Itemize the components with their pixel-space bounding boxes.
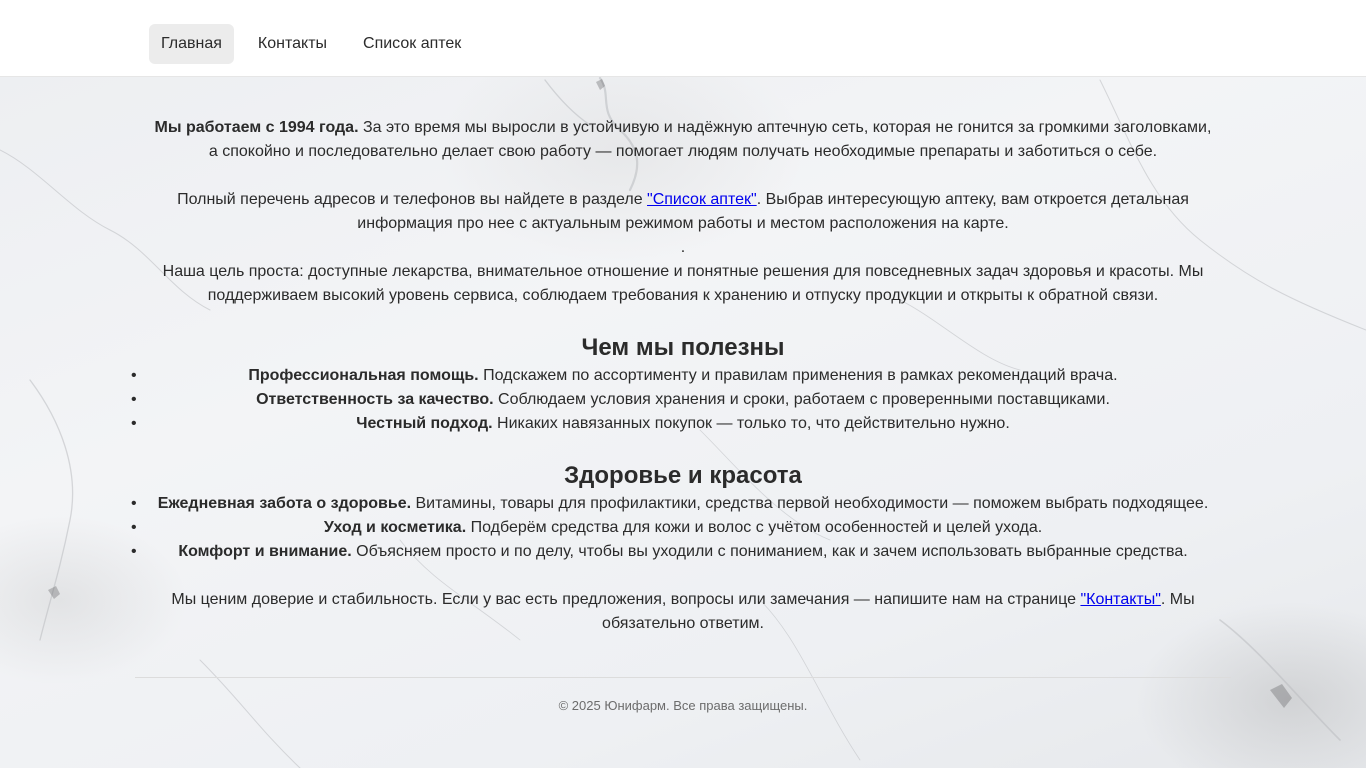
list-item-bold: Комфорт и внимание. bbox=[178, 543, 352, 560]
contacts-link[interactable]: "Контакты" bbox=[1080, 591, 1160, 608]
bullet: • bbox=[131, 543, 137, 560]
list-item-text: Объясняем просто и по делу, чтобы вы ухо… bbox=[351, 543, 1188, 560]
list-item-text: Подскажем по ассортименту и правилам при… bbox=[478, 367, 1118, 384]
intro-paragraph-1: Мы работаем с 1994 года. За это время мы… bbox=[149, 116, 1217, 164]
copyright-text: © 2025 Юнифарм. Все права защищены. bbox=[558, 698, 808, 713]
bullet: • bbox=[131, 391, 137, 408]
nav-item-contacts[interactable]: Контакты bbox=[246, 24, 339, 64]
list-item-bold: Профессиональная помощь. bbox=[248, 367, 479, 384]
list-item: • Честный подход. Никаких навязанных поку… bbox=[131, 412, 1217, 436]
intro-text: За это время мы выросли в устойчивую и н… bbox=[208, 119, 1212, 160]
list-item-bold: Ответственность за качество. bbox=[256, 391, 494, 408]
intro-bold: Мы работаем с 1994 года. bbox=[154, 119, 359, 136]
bullet: • bbox=[131, 415, 137, 432]
list-item-bold: Ежедневная забота о здоровье. bbox=[157, 495, 412, 512]
list-item-text: Подберём средства для кожи и волос с учё… bbox=[466, 519, 1043, 536]
health-beauty-list: • Ежедневная забота о здоровье. Витамины,… bbox=[131, 492, 1217, 564]
list-item-bold: Честный подход. bbox=[356, 415, 493, 432]
footer-divider bbox=[135, 677, 1231, 678]
closing-before: Мы ценим доверие и стабильность. Если у … bbox=[171, 591, 1081, 608]
top-navbar: Главная Контакты Список аптек bbox=[0, 0, 1366, 77]
nav-item-pharmacy-list[interactable]: Список аптек bbox=[351, 24, 473, 64]
closing-paragraph: Мы ценим доверие и стабильность. Если у … bbox=[149, 588, 1217, 636]
list-item-bold: Уход и косметика. bbox=[323, 519, 467, 536]
main-content: Мы работаем с 1994 года. За это время мы… bbox=[131, 116, 1217, 636]
list-item: • Комфорт и внимание. Объясняем просто и … bbox=[131, 540, 1217, 564]
benefits-list: • Профессиональная помощь. Подскажем по а… bbox=[131, 364, 1217, 436]
section-title-health-beauty: Здоровье и красота bbox=[564, 462, 802, 489]
separator-dot: . bbox=[680, 239, 686, 256]
list-item-text: Витамины, товары для профилактики, средс… bbox=[411, 495, 1209, 512]
list-item-text: Соблюдаем условия хранения и сроки, рабо… bbox=[493, 391, 1110, 408]
footer: © 2025 Юнифарм. Все права защищены. bbox=[0, 698, 1366, 713]
list-item: • Уход и косметика. Подберём средства для… bbox=[131, 516, 1217, 540]
list-item: • Ответственность за качество. Соблюдаем … bbox=[131, 388, 1217, 412]
main-nav: Главная Контакты Список аптек bbox=[149, 24, 485, 64]
section-title-benefits: Чем мы полезны bbox=[581, 334, 785, 361]
pharmacy-list-link[interactable]: "Список аптек" bbox=[647, 191, 757, 208]
intro-paragraph-2: Полный перечень адресов и телефонов вы н… bbox=[149, 188, 1217, 236]
list-item-text: Никаких навязанных покупок — только то, … bbox=[492, 415, 1010, 432]
bullet: • bbox=[131, 495, 137, 512]
nav-item-home[interactable]: Главная bbox=[149, 24, 234, 64]
bullet: • bbox=[131, 519, 137, 536]
list-item: • Профессиональная помощь. Подскажем по а… bbox=[131, 364, 1217, 388]
intro-p2-before: Полный перечень адресов и телефонов вы н… bbox=[177, 191, 648, 208]
list-item: • Ежедневная забота о здоровье. Витамины,… bbox=[131, 492, 1217, 516]
bullet: • bbox=[131, 367, 137, 384]
intro-paragraph-3: Наша цель проста: доступные лекарства, в… bbox=[162, 263, 1204, 304]
